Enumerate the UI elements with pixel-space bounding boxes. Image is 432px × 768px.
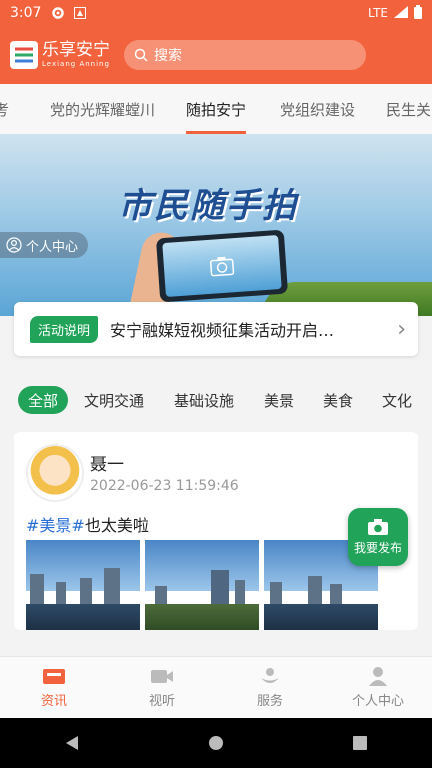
post-photo[interactable] <box>26 540 140 630</box>
gear-icon <box>51 6 65 20</box>
tab-party-glory[interactable]: 党的光辉耀螳川 <box>50 84 155 134</box>
nav-video[interactable]: 视听 <box>108 657 216 718</box>
banner-title: 市民随手拍 <box>118 186 298 226</box>
notice-text: 安宁融媒短视频征集活动开启… <box>110 321 335 340</box>
nav-news-label: 资讯 <box>40 694 67 709</box>
back-icon[interactable] <box>64 735 80 751</box>
system-nav-bar <box>0 718 432 768</box>
tab-livelihood[interactable]: 民生关 <box>386 84 431 134</box>
status-bar: 3:07 LTE <box>0 0 432 26</box>
post-time: 2022-06-23 11:59:46 <box>90 478 239 494</box>
news-icon <box>43 669 65 684</box>
nav-personal-label: 个人中心 <box>351 694 404 709</box>
logo-subtitle: Lexiang Anning <box>42 60 110 68</box>
post-photo[interactable] <box>145 540 259 630</box>
banner-phone <box>155 229 289 303</box>
notice-badge: 活动说明 <box>30 315 99 343</box>
post-content: #美景#也太美啦 <box>26 512 149 536</box>
channel-tabs: 考 党的光辉耀螳川 随拍安宁 党组织建设 民生关 <box>0 84 432 134</box>
network-label: LTE <box>368 6 388 20</box>
camera-icon <box>209 256 235 277</box>
person-icon <box>6 237 22 253</box>
category-infrastructure[interactable]: 基础设施 <box>174 386 234 414</box>
category-civilized-traffic[interactable]: 文明交通 <box>84 386 144 414</box>
post-tag[interactable]: #美景# <box>26 516 85 535</box>
tab-party-organization[interactable]: 党组织建设 <box>280 84 355 134</box>
recents-icon[interactable] <box>352 735 368 751</box>
nav-personal[interactable]: 个人中心 <box>324 657 432 718</box>
post-username: 聂一 <box>90 455 124 475</box>
category-scenery[interactable]: 美景 <box>264 386 294 414</box>
service-icon <box>261 668 279 683</box>
publish-button[interactable]: 我要发布 <box>348 508 408 566</box>
tab-suipai-anning[interactable]: 随拍安宁 <box>186 84 247 134</box>
nav-service-label: 服务 <box>256 694 283 709</box>
nav-news[interactable]: 资讯 <box>0 657 108 718</box>
search-bar[interactable]: 搜索 <box>124 40 366 70</box>
signal-icon <box>394 5 408 21</box>
personal-center-label: 个人中心 <box>26 239 79 255</box>
category-all[interactable]: 全部 <box>18 386 69 414</box>
banner[interactable]: 市民随手拍 <box>0 134 432 316</box>
post-text: 也太美啦 <box>84 516 149 535</box>
nav-service[interactable]: 服务 <box>216 657 324 718</box>
category-food[interactable]: 美食 <box>323 386 353 414</box>
search-placeholder: 搜索 <box>154 48 182 64</box>
video-icon <box>151 670 173 683</box>
category-filter: 全部 文明交通 基础设施 美景 美食 文化 <box>0 378 432 422</box>
camera-icon <box>368 519 388 535</box>
publish-label: 我要发布 <box>353 541 402 555</box>
avatar[interactable] <box>26 444 84 502</box>
logo-icon <box>10 41 38 69</box>
bottom-nav: 资讯 视听 服务 个人中心 <box>0 656 432 718</box>
activity-notice[interactable]: 活动说明 安宁融媒短视频征集活动开启… › <box>14 302 418 356</box>
search-icon <box>134 48 148 62</box>
home-icon[interactable] <box>208 735 224 751</box>
tab-kao[interactable]: 考 <box>0 84 9 134</box>
personal-center-button[interactable]: 个人中心 <box>0 232 89 258</box>
notification-icon <box>73 6 87 20</box>
app-header: 乐享安宁 Lexiang Anning 搜索 <box>0 26 432 84</box>
battery-icon <box>414 4 422 22</box>
logo-title: 乐享安宁 <box>42 40 110 60</box>
nav-video-label: 视听 <box>148 694 175 709</box>
status-time: 3:07 <box>10 5 42 21</box>
chevron-right-icon: › <box>397 316 406 342</box>
app-logo: 乐享安宁 Lexiang Anning <box>10 41 110 69</box>
category-culture[interactable]: 文化 <box>382 386 412 414</box>
person-icon <box>369 667 387 686</box>
